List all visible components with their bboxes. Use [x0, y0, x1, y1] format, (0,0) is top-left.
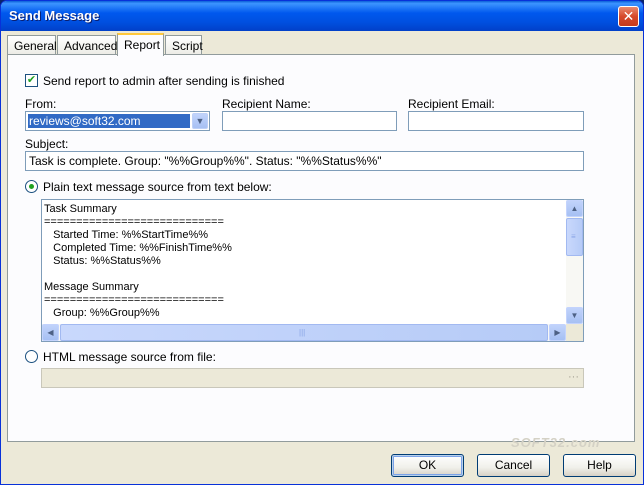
recipient-name-input[interactable] [222, 111, 397, 131]
from-select-value: reviews@soft32.com [28, 114, 190, 128]
scrollbar-corner [566, 324, 583, 341]
scroll-left-icon[interactable]: ◀ [42, 324, 59, 341]
vertical-scrollbar[interactable]: ▲ ≡ ▼ [566, 200, 583, 324]
browse-file-button: ··· [568, 371, 579, 383]
watermark: SOFT32.com [511, 435, 601, 450]
body-line: Completed Time: %%FinishTime%% [44, 242, 232, 254]
scroll-right-icon[interactable]: ▶ [549, 324, 566, 341]
title-bar[interactable]: Send Message ✕ [1, 1, 643, 31]
body-line: ============================ [44, 216, 224, 228]
send-message-dialog: Send Message ✕ General Advanced Report S… [0, 0, 644, 485]
cancel-button[interactable]: Cancel [477, 454, 550, 477]
html-source-radio[interactable] [25, 350, 38, 363]
plain-text-radio[interactable] [25, 180, 38, 193]
body-line: Status: %%Status%% [44, 255, 161, 267]
vertical-scroll-thumb[interactable]: ≡ [566, 218, 583, 256]
message-body-textarea[interactable]: Task Summary ===========================… [41, 199, 584, 342]
ok-button[interactable]: OK [391, 454, 464, 477]
horizontal-scrollbar[interactable]: ◀ ||| ▶ [42, 324, 566, 341]
recipient-email-label: Recipient Email: [408, 97, 495, 111]
tab-script[interactable]: Script [165, 35, 203, 55]
scroll-down-icon[interactable]: ▼ [566, 307, 583, 324]
from-select[interactable]: reviews@soft32.com ▼ [25, 111, 210, 131]
horizontal-scroll-thumb[interactable]: ||| [60, 324, 548, 341]
tab-general[interactable]: General [7, 35, 57, 55]
report-panel: ✔ Send report to admin after sending is … [7, 54, 635, 442]
close-button[interactable]: ✕ [618, 6, 639, 27]
window-title: Send Message [9, 8, 100, 23]
html-file-input: ··· [41, 368, 584, 388]
body-line: Message Summary [44, 281, 139, 293]
send-report-label: Send report to admin after sending is fi… [43, 74, 285, 88]
body-line: Started Time: %%StartTime%% [44, 229, 209, 241]
tab-report[interactable]: Report [117, 33, 164, 56]
subject-input[interactable]: Task is complete. Group: "%%Group%%". St… [25, 151, 584, 171]
recipient-email-input[interactable] [408, 111, 584, 131]
body-line: ============================ [44, 294, 224, 306]
scroll-up-icon[interactable]: ▲ [566, 200, 583, 217]
help-button[interactable]: Help [563, 454, 636, 477]
subject-label: Subject: [25, 137, 69, 151]
html-source-label: HTML message source from file: [43, 350, 216, 364]
send-report-checkbox[interactable]: ✔ [25, 74, 38, 87]
plain-text-label: Plain text message source from text belo… [43, 180, 272, 194]
body-line: Group: %%Group%% [44, 307, 160, 319]
body-line: Task Summary [44, 203, 117, 215]
from-label: From: [25, 97, 57, 111]
recipient-name-label: Recipient Name: [222, 97, 311, 111]
tab-advanced[interactable]: Advanced [57, 35, 117, 55]
chevron-down-icon[interactable]: ▼ [192, 113, 208, 129]
